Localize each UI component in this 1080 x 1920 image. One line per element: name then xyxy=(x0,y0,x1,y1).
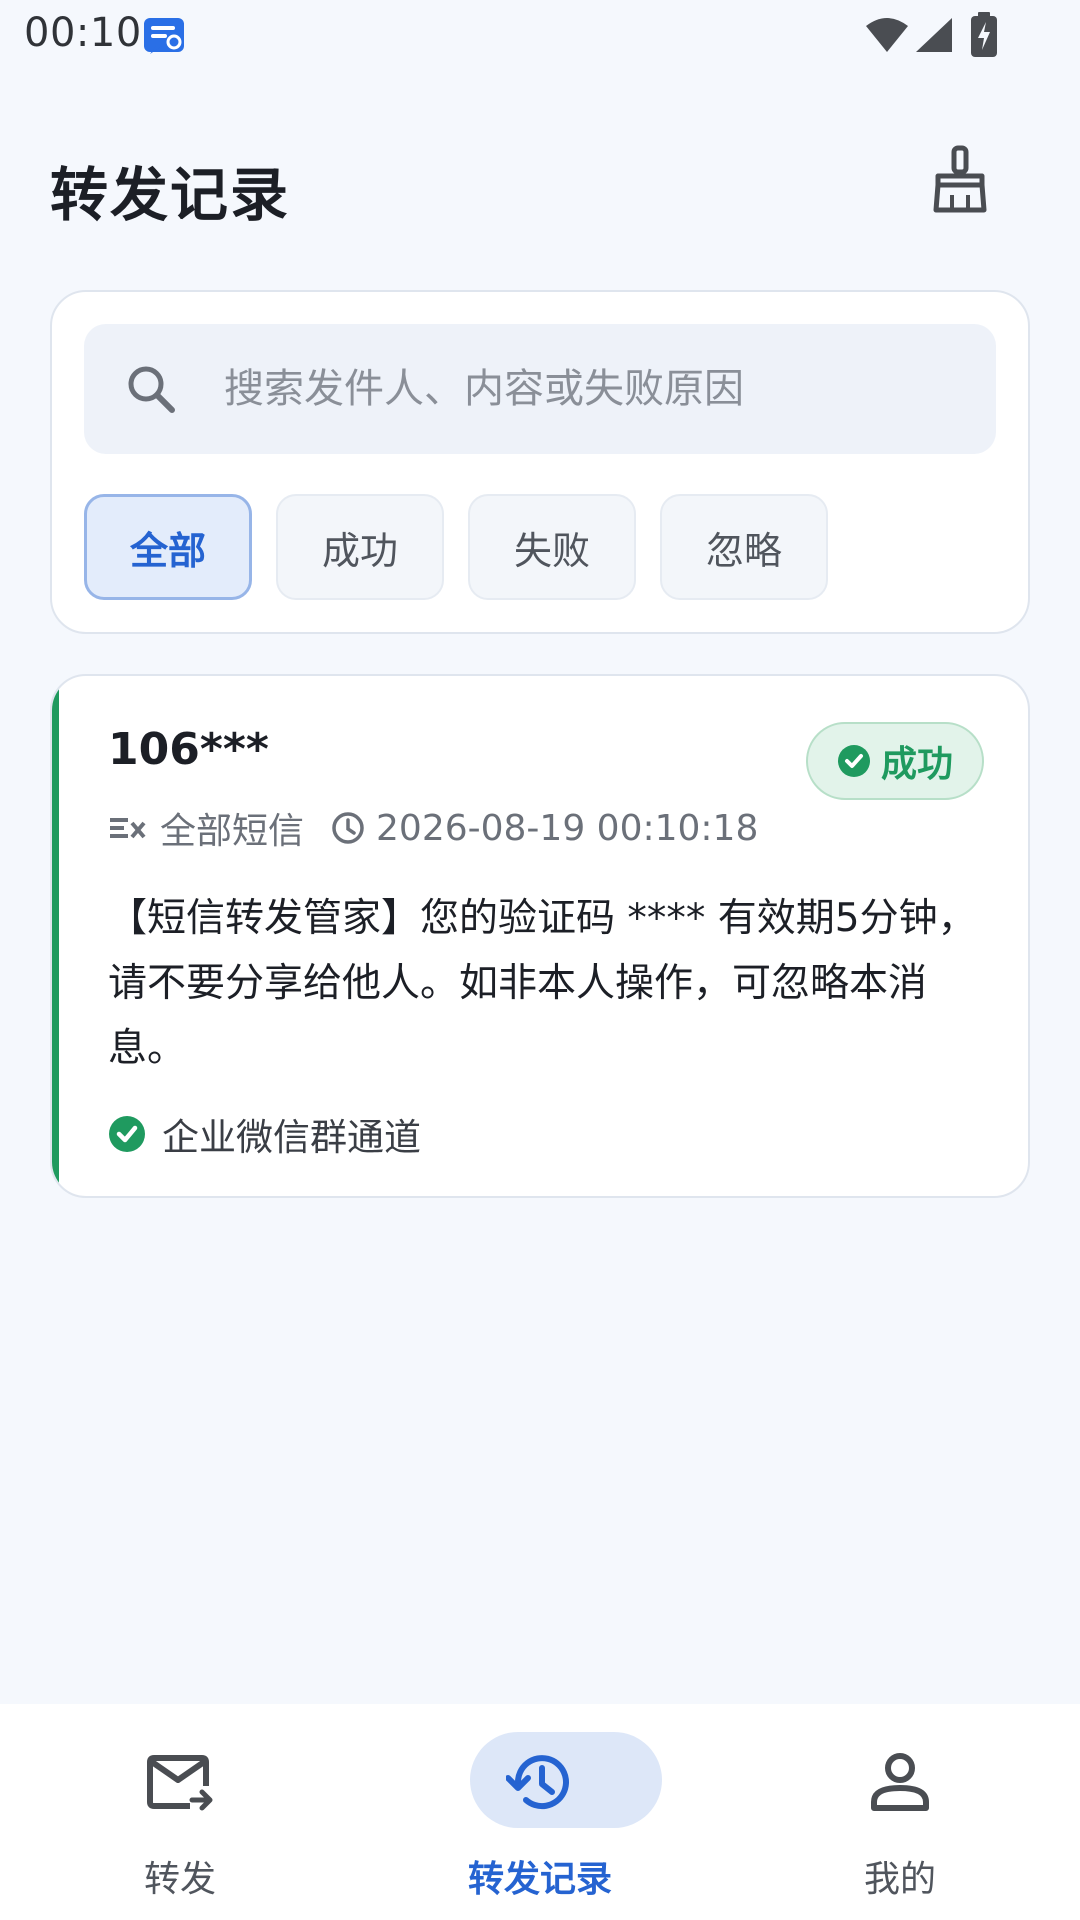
battery-charging-icon xyxy=(971,12,997,57)
record-channel: 企业微信群通道 xyxy=(108,1106,421,1162)
filter-chip-label: 全部 xyxy=(129,528,206,573)
bottom-nav: 转发 转发记录 我的 xyxy=(0,1704,1080,1920)
search-box[interactable] xyxy=(84,324,996,454)
record-card[interactable]: 106*** 成功 全部短信 2026-08-19 00:10:18 【短信转发… xyxy=(50,674,1030,1198)
filter-card: 全部 成功 失败 忽略 xyxy=(50,290,1030,634)
message-app-icon xyxy=(144,18,184,54)
rule-filter-icon xyxy=(110,818,146,839)
nav-item-history[interactable]: 转发记录 xyxy=(390,1704,690,1920)
nav-item-forward[interactable]: 转发 xyxy=(30,1704,330,1920)
record-channel-name: 企业微信群通道 xyxy=(162,1116,421,1159)
nav-item-profile[interactable]: 我的 xyxy=(750,1704,1050,1920)
history-icon xyxy=(506,1755,569,1810)
filter-chip-success[interactable]: 成功 xyxy=(276,494,444,600)
search-input[interactable] xyxy=(224,324,964,454)
nav-label: 我的 xyxy=(863,1859,936,1900)
mail-forward-icon xyxy=(147,1755,213,1811)
filter-chip-label: 忽略 xyxy=(705,528,782,573)
check-circle-icon xyxy=(837,745,870,777)
cell-signal-icon xyxy=(916,18,952,52)
nav-label: 转发记录 xyxy=(467,1859,612,1900)
status-bar: 00:10 xyxy=(0,0,1080,70)
record-content: 【短信转发管家】您的验证码 **** 有效期5分钟，请不要分享给他人。如非本人操… xyxy=(108,896,977,1071)
status-time: 00:10 xyxy=(24,10,142,56)
filter-chip-failed[interactable]: 失败 xyxy=(468,494,636,600)
record-timestamp: 2026-08-19 00:10:18 xyxy=(376,807,759,849)
filter-chip-ignored[interactable]: 忽略 xyxy=(660,494,828,600)
nav-label: 转发 xyxy=(143,1859,216,1900)
search-icon xyxy=(128,366,175,413)
wifi-icon xyxy=(866,18,908,52)
status-accent-bar xyxy=(52,676,59,1196)
person-icon xyxy=(871,1753,929,1811)
filter-chip-all[interactable]: 全部 xyxy=(84,494,252,600)
record-rule: 全部短信 xyxy=(160,811,305,852)
status-badge: 成功 xyxy=(806,722,984,800)
record-meta: 全部短信 2026-08-19 00:10:18 xyxy=(108,800,758,856)
check-circle-icon xyxy=(109,1116,145,1152)
clock-icon xyxy=(332,812,364,844)
filter-chip-label: 失败 xyxy=(513,528,590,573)
clean-records-button[interactable] xyxy=(920,140,1000,220)
broom-clean-icon xyxy=(933,145,987,213)
filter-chip-label: 成功 xyxy=(321,528,398,573)
page-title: 转发记录 xyxy=(50,161,291,229)
record-sender: 106*** xyxy=(108,724,269,775)
status-badge-label: 成功 xyxy=(880,744,953,785)
